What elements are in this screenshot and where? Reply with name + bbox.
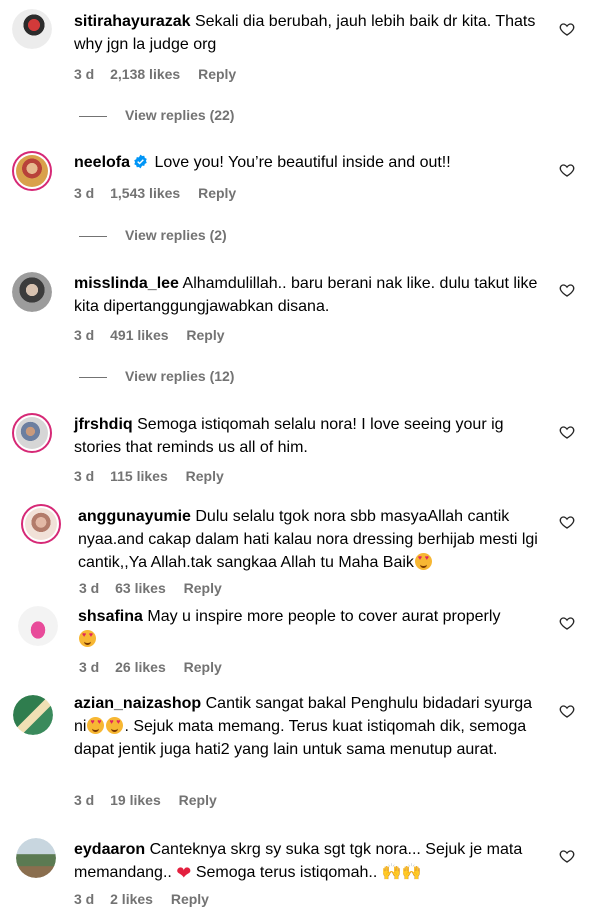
comment-body: misslinda_lee Alhamdulillah.. baru beran… (74, 272, 544, 318)
view-replies-label: View replies (12) (125, 368, 235, 384)
comment-body: jfrshdiq Semoga istiqomah selalu nora! I… (74, 413, 544, 459)
comment-time[interactable]: 3 d (74, 891, 94, 907)
heart-outline-icon[interactable] (559, 848, 575, 864)
comment-time[interactable]: 3 d (74, 792, 94, 808)
heart-outline-icon[interactable] (559, 162, 575, 178)
heart-eyes-emoji-icon (87, 717, 105, 734)
heart-outline-icon[interactable] (559, 514, 575, 530)
avatar[interactable] (12, 413, 52, 453)
comment-meta: 3 d 2 likes Reply (74, 891, 223, 907)
comment-likes[interactable]: 19 likes (110, 792, 161, 808)
comment-time[interactable]: 3 d (74, 327, 94, 343)
view-replies-button[interactable]: View replies (22) (79, 107, 234, 123)
view-replies-label: View replies (2) (125, 227, 227, 243)
comment-meta: 3 d 63 likes Reply (79, 580, 236, 596)
comment-body: neelofa Love you! You’re beautiful insid… (74, 151, 544, 174)
avatar[interactable] (21, 504, 61, 544)
comment-username[interactable]: azian_naizashop (74, 695, 201, 712)
comment-time[interactable]: 3 d (74, 66, 94, 82)
avatar[interactable] (12, 151, 52, 191)
comment-meta: 3 d 2,138 likes Reply (74, 66, 250, 82)
heart-outline-icon[interactable] (559, 282, 575, 298)
avatar[interactable] (12, 272, 52, 312)
heart-outline-icon[interactable] (559, 424, 575, 440)
comment-text: Love you! You’re beautiful inside and ou… (154, 154, 451, 171)
comment-meta: 3 d 1,543 likes Reply (74, 185, 250, 201)
comment-likes[interactable]: 26 likes (115, 659, 166, 675)
heart-eyes-emoji-icon (414, 553, 432, 570)
raising-hands-emoji-icon: 🙌🙌 (381, 864, 422, 881)
heart-outline-icon[interactable] (559, 21, 575, 37)
comment-body: azian_naizashop Cantik sangat bakal Peng… (74, 692, 544, 761)
view-replies-label: View replies (22) (125, 107, 235, 123)
reply-button[interactable]: Reply (198, 185, 236, 201)
comment-username[interactable]: sitirahayurazak (74, 13, 191, 30)
reply-button[interactable]: Reply (186, 468, 224, 484)
avatar[interactable] (18, 606, 58, 646)
comment-username[interactable]: misslinda_lee (74, 275, 179, 292)
comment-time[interactable]: 3 d (79, 659, 99, 675)
heart-outline-icon[interactable] (559, 615, 575, 631)
verified-badge-icon (134, 154, 147, 169)
comment-time[interactable]: 3 d (74, 468, 94, 484)
comment-meta: 3 d 19 likes Reply (74, 792, 231, 808)
comment-body: anggunayumie Dulu selalu tgok nora sbb m… (78, 505, 548, 574)
reply-button[interactable]: Reply (184, 659, 222, 675)
comment-meta: 3 d 26 likes Reply (79, 659, 236, 675)
heart-eyes-emoji-icon (106, 717, 124, 734)
comment-body: eydaaron Canteknya skrg sy suka sgt tgk … (74, 838, 544, 885)
view-replies-button[interactable]: View replies (12) (79, 368, 234, 384)
comment-likes[interactable]: 1,543 likes (110, 185, 180, 201)
comment-meta: 3 d 115 likes Reply (74, 468, 238, 484)
comment-text: May u inspire more people to cover aurat… (147, 608, 501, 625)
comment-meta: 3 d 491 likes Reply (74, 327, 239, 343)
avatar[interactable] (12, 9, 52, 49)
avatar[interactable] (13, 695, 53, 735)
red-heart-emoji-icon: ❤ (176, 863, 192, 883)
comment-likes[interactable]: 2 likes (110, 891, 153, 907)
comment-likes[interactable]: 63 likes (115, 580, 166, 596)
smiling-face-with-hearts-emoji-icon (79, 630, 96, 647)
comment-text-part: Semoga terus istiqomah.. (195, 864, 378, 881)
avatar[interactable] (16, 838, 56, 878)
comment-likes[interactable]: 491 likes (110, 327, 168, 343)
divider-line (79, 376, 107, 378)
comment-likes[interactable]: 115 likes (110, 468, 168, 484)
comment-likes[interactable]: 2,138 likes (110, 66, 180, 82)
comment-username[interactable]: eydaaron (74, 841, 145, 858)
comment-username[interactable]: neelofa (74, 154, 130, 171)
comment-body: shsafina May u inspire more people to co… (78, 605, 548, 651)
comment-text: Semoga istiqomah selalu nora! I love see… (74, 416, 504, 456)
view-replies-button[interactable]: View replies (2) (79, 227, 227, 243)
comment-text-part: . Sejuk mata memang. Terus kuat istiqoma… (74, 718, 527, 758)
comment-username[interactable]: shsafina (78, 608, 143, 625)
divider-line (79, 235, 107, 237)
reply-button[interactable]: Reply (171, 891, 209, 907)
comment-time[interactable]: 3 d (74, 185, 94, 201)
comment-time[interactable]: 3 d (79, 580, 99, 596)
heart-outline-icon[interactable] (559, 703, 575, 719)
reply-button[interactable]: Reply (186, 327, 224, 343)
divider-line (79, 115, 107, 117)
reply-button[interactable]: Reply (179, 792, 217, 808)
comment-username[interactable]: jfrshdiq (74, 416, 133, 433)
reply-button[interactable]: Reply (198, 66, 236, 82)
reply-button[interactable]: Reply (184, 580, 222, 596)
comment-username[interactable]: anggunayumie (78, 508, 191, 525)
comment-body: sitirahayurazak Sekali dia berubah, jauh… (74, 10, 544, 56)
